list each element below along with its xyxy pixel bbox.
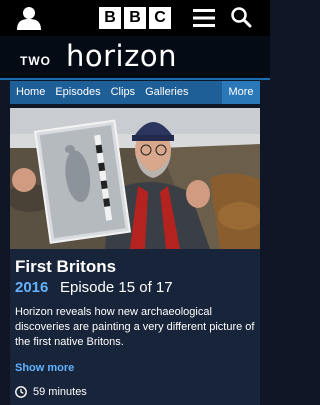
banner-divider (0, 78, 270, 80)
user-icon[interactable] (16, 6, 42, 30)
clock-icon (15, 386, 27, 398)
episode-year: 2016 (15, 279, 49, 296)
bbc-logo-letter: C (149, 7, 171, 29)
bbc-top-bar: B B C (0, 0, 270, 36)
search-icon[interactable] (230, 6, 252, 28)
nav-more-button[interactable]: More (222, 81, 260, 104)
nav-item-home[interactable]: Home (10, 81, 50, 104)
episode-duration: 59 minutes (15, 386, 87, 398)
programme-nav: Home Episodes Clips Galleries More (10, 81, 260, 104)
episode-description: Horizon reveals how new archaeological d… (15, 306, 255, 348)
nav-item-galleries[interactable]: Galleries (140, 81, 193, 104)
channel-label[interactable]: TWO (20, 54, 51, 68)
presenter-photo (10, 108, 260, 249)
episode-number: Episode 15 of 17 (60, 279, 173, 296)
brand-title[interactable]: horizon (66, 39, 177, 73)
nav-item-episodes[interactable]: Episodes (50, 81, 105, 104)
duration-text: 59 minutes (33, 386, 87, 398)
programme-banner: TWO horizon (0, 36, 270, 80)
nav-item-clips[interactable]: Clips (106, 81, 140, 104)
episode-title: First Britons (15, 257, 117, 276)
hamburger-icon[interactable] (193, 8, 215, 28)
episode-hero-image[interactable] (10, 108, 260, 249)
bbc-logo-letter: B (124, 7, 146, 29)
bbc-logo[interactable]: B B C (99, 7, 171, 29)
show-more-link[interactable]: Show more (15, 362, 74, 374)
episode-info-card: First Britons 2016 Episode 15 of 17 Hori… (10, 249, 260, 405)
bbc-logo-letter: B (99, 7, 121, 29)
